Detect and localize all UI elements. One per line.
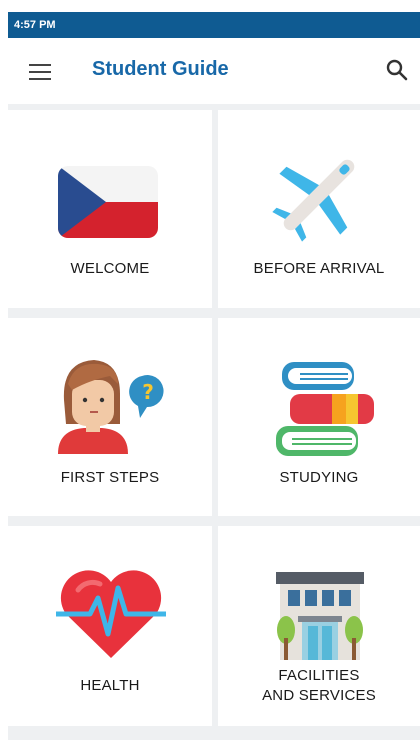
heart-pulse-icon [56,570,166,658]
status-bar: 4:57 PM [8,12,420,38]
hamburger-menu-icon[interactable] [29,64,51,80]
page-title: Student Guide [92,58,229,80]
tile-label-facilities-line1: FACILITIES [278,667,360,684]
search-icon[interactable] [385,58,409,82]
airplane-icon [272,159,355,242]
books-icon [276,362,374,456]
tile-studying[interactable]: STUDYING [218,318,420,516]
svg-text:?: ? [142,380,154,404]
tile-label-welcome: WELCOME [70,260,150,277]
tile-label-facilities: FACILITIES AND SERVICES [218,666,420,706]
app-bar: Student Guide [8,38,420,105]
tile-label-facilities-line2: AND SERVICES [262,687,376,704]
czech-flag-icon [58,166,158,238]
status-time: 4:57 PM [14,19,56,31]
tile-label-health: HEALTH [80,677,140,694]
tile-label-first-steps: FIRST STEPS [60,469,160,486]
tile-health[interactable]: HEALTH [8,526,212,726]
tile-before-arrival[interactable]: BEFORE ARRIVAL [218,110,420,308]
tile-label-before-arrival: BEFORE ARRIVAL [253,260,385,277]
student-question-icon: ? [58,360,164,454]
building-icon [276,572,364,660]
tile-first-steps[interactable]: ? FIRST STEPS [8,318,212,516]
tile-welcome[interactable]: WELCOME [8,110,212,308]
tile-label-studying: STUDYING [279,469,359,486]
tile-facilities-and-services[interactable]: FACILITIES AND SERVICES [218,526,420,726]
